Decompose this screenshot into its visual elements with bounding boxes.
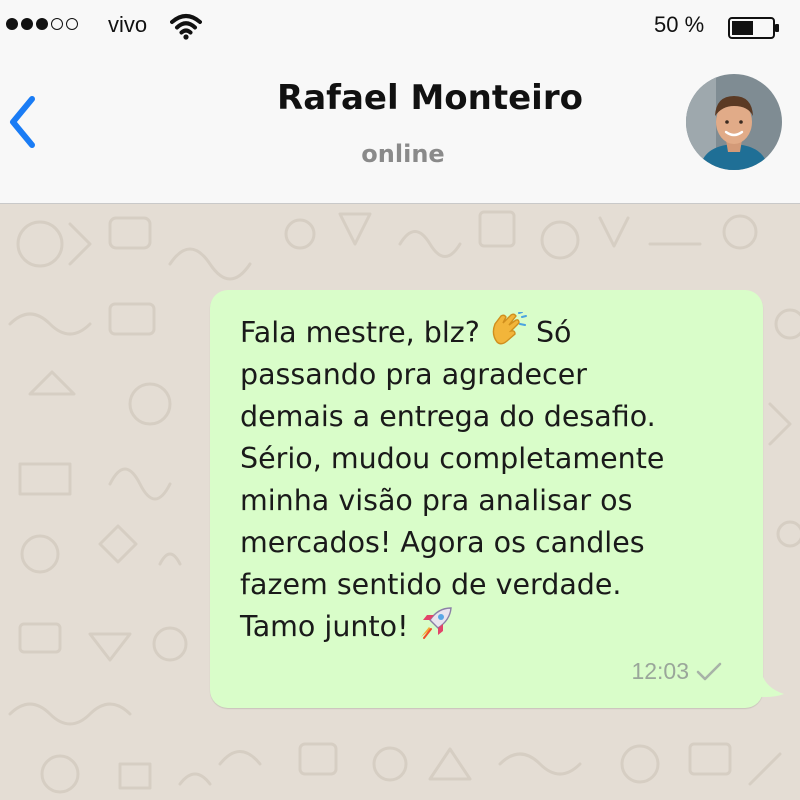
contact-status: online xyxy=(361,140,445,168)
signal-dot xyxy=(21,18,33,30)
checkmark-icon xyxy=(696,662,722,680)
message-text: Fala mestre, blz? Só passando pra agrade… xyxy=(240,312,750,648)
message-bubble[interactable]: Fala mestre, blz? Só passando pra agrade… xyxy=(210,290,763,708)
bubble-tail xyxy=(740,644,784,697)
signal-dot xyxy=(6,18,18,30)
contact-photo xyxy=(686,74,782,170)
carrier-name: vivo xyxy=(108,12,148,37)
message-meta: 12:03 xyxy=(631,658,723,685)
wifi-icon xyxy=(170,14,202,40)
clapping-hands-icon xyxy=(492,312,527,345)
message-time: 12:03 xyxy=(631,658,689,684)
signal-strength-icon xyxy=(6,18,78,30)
message-text-part: Fala mestre, blz? xyxy=(240,316,489,349)
avatar[interactable] xyxy=(686,74,782,170)
signal-dot xyxy=(51,18,63,30)
battery-icon xyxy=(728,17,779,39)
status-bar: vivo 50 % xyxy=(0,0,800,56)
signal-dot xyxy=(66,18,78,30)
rocket-icon xyxy=(420,607,452,639)
message-text-part: Só passando pra agradecer demais a entre… xyxy=(240,316,665,643)
chat-header: Rafael Monteiro online xyxy=(0,56,800,204)
signal-dot xyxy=(36,18,48,30)
battery-percentage: 50 % xyxy=(654,12,705,37)
chat-area[interactable]: Fala mestre, blz? Só passando pra agrade… xyxy=(0,204,800,800)
contact-name[interactable]: Rafael Monteiro xyxy=(0,78,800,118)
